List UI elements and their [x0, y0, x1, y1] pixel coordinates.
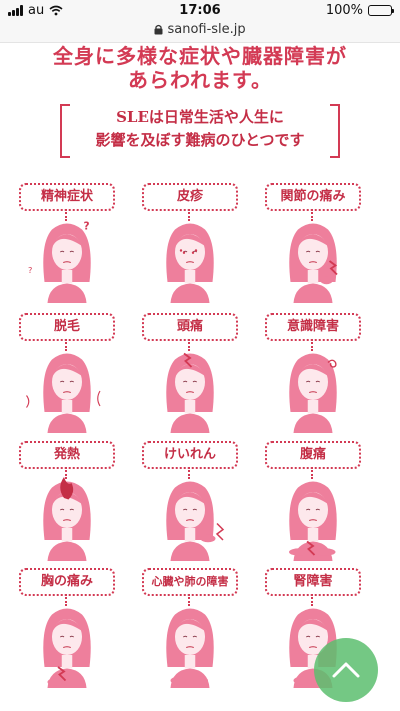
address-bar[interactable]: sanofi-sle.jp: [0, 22, 400, 43]
symptom-question-marks: 精神症状??: [7, 183, 127, 303]
symptom-label: 腹痛: [265, 441, 361, 469]
woman-illustration-icon: [289, 223, 338, 303]
woman-illustration-icon: [166, 481, 225, 561]
woman-illustration-icon: ??: [28, 221, 91, 303]
scroll-to-top-button[interactable]: [314, 638, 378, 702]
heading-line-2: あらわれます。: [128, 68, 272, 92]
symptom-label: 脱毛: [19, 313, 115, 341]
sle-description-box: SLEは日常生活や人生に 影響を及ぼす難病のひとつです: [60, 104, 340, 158]
woman-illustration-icon: [289, 481, 337, 561]
status-bar: au 17:06 100%: [0, 0, 400, 22]
battery-percent: 100%: [325, 3, 363, 18]
woman-illustration-icon: [166, 608, 214, 688]
symptom-cheek-rash: 皮疹: [130, 183, 250, 303]
lock-icon: [154, 24, 163, 35]
symptom-hair-loss: 脱毛: [7, 313, 127, 433]
symptom-label: 心臓や肺の障害: [142, 568, 238, 596]
symptom-headache: 頭痛: [130, 313, 250, 433]
description-line-1: SLEは日常生活や人生に: [116, 108, 284, 126]
woman-illustration-icon: [43, 477, 91, 561]
symptom-joint-pain: 関節の痛み: [253, 183, 373, 303]
symptom-label: 関節の痛み: [265, 183, 361, 211]
symptom-label: 皮疹: [142, 183, 238, 211]
symptom-chest-pain: 胸の痛み: [7, 568, 127, 688]
symptom-convulsion: けいれん: [130, 441, 250, 561]
symptom-label: けいれん: [142, 441, 238, 469]
svg-text:?: ?: [84, 221, 90, 233]
symptom-abdominal-pain: 腹痛: [253, 441, 373, 561]
svg-text:?: ?: [28, 265, 32, 275]
symptom-label: 発熱: [19, 441, 115, 469]
woman-illustration-icon: [166, 352, 214, 433]
symptom-label: 胸の痛み: [19, 568, 115, 596]
symptom-label: 意識障害: [265, 313, 361, 341]
woman-illustration-icon: [166, 223, 214, 303]
symptom-label: 頭痛: [142, 313, 238, 341]
symptom-heart-lung: 心臓や肺の障害: [130, 568, 250, 688]
woman-illustration-icon: [289, 353, 337, 433]
battery-icon: [368, 5, 394, 16]
woman-illustration-icon: [43, 608, 91, 688]
url-text: sanofi-sle.jp: [167, 22, 246, 37]
page-heading: 全身に多様な症状や臓器障害が あらわれます。: [0, 44, 400, 92]
description-line-2: 影響を及ぼす難病のひとつです: [95, 131, 305, 149]
chevron-up-icon: [332, 662, 360, 678]
heading-line-1: 全身に多様な症状や臓器障害が: [53, 44, 347, 68]
symptom-swirl: 意識障害: [253, 313, 373, 433]
symptom-label: 精神症状: [19, 183, 115, 211]
symptom-fever: 発熱: [7, 441, 127, 561]
symptom-label: 腎障害: [265, 568, 361, 596]
woman-illustration-icon: [26, 353, 101, 433]
